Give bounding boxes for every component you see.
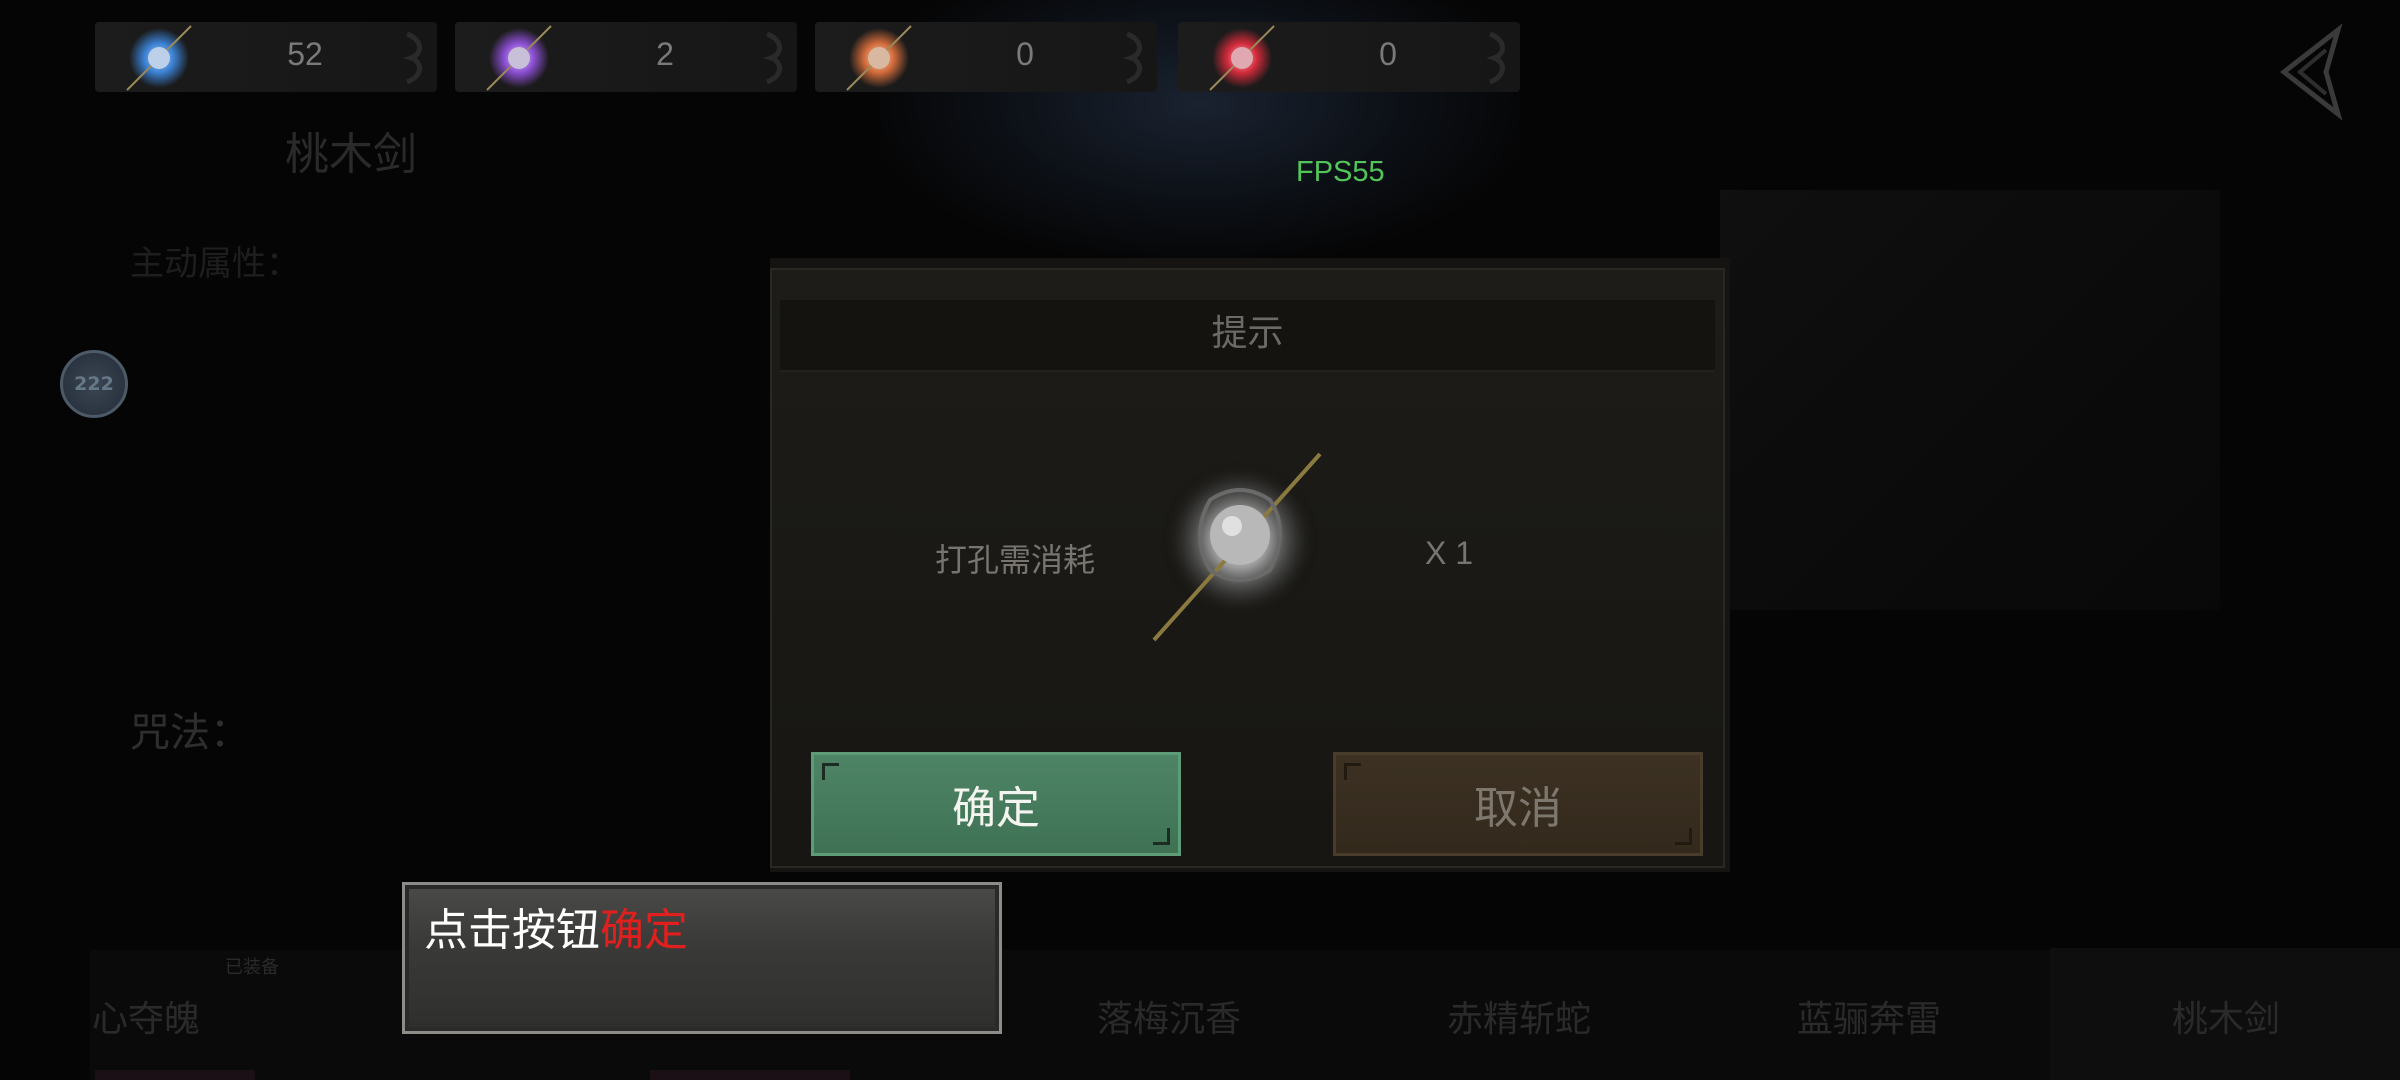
resource-orange-gem[interactable]: 0: [815, 22, 1157, 92]
level-badge[interactable]: 222: [60, 350, 128, 418]
resource-red-gem[interactable]: 0: [1178, 22, 1520, 92]
spell-label: 咒法：: [130, 710, 250, 756]
orange-gem-icon: [846, 25, 912, 91]
dialog-title: 提示: [1211, 313, 1284, 354]
cancel-button-label: 取消: [1474, 783, 1562, 834]
cost-label: 打孔需消耗: [935, 541, 1096, 579]
purple-gem-icon: [486, 25, 552, 91]
skill-tab-2[interactable]: 落梅沉香: [1097, 990, 1241, 1042]
blue-gem-icon: [126, 25, 192, 91]
cost-quantity: X 1: [1425, 535, 1474, 571]
button-corner: [822, 763, 839, 780]
skill-tab-1[interactable]: 心夺魄: [92, 990, 200, 1042]
add-blue-gem-icon[interactable]: [401, 30, 427, 86]
back-arrow-icon[interactable]: [2270, 24, 2350, 120]
add-purple-gem-icon[interactable]: [761, 30, 787, 86]
blue-gem-count: 52: [287, 36, 323, 72]
button-corner: [1344, 763, 1361, 780]
gem-item-icon: [1152, 452, 1322, 642]
add-red-gem-icon[interactable]: [1484, 30, 1510, 86]
button-corner: [1675, 828, 1692, 845]
hint-prefix: 点击按钮: [424, 905, 600, 956]
fps-counter: FPS55: [1296, 156, 1385, 188]
purple-gem-count: 2: [656, 36, 674, 72]
weapon-title: 桃木剑: [285, 129, 417, 180]
add-orange-gem-icon[interactable]: [1121, 30, 1147, 86]
resource-purple-gem[interactable]: 2: [455, 22, 797, 92]
skill-tab-3[interactable]: 赤精斩蛇: [1447, 990, 1591, 1042]
cancel-button[interactable]: 取消: [1333, 752, 1703, 856]
equipped-tag: 已装备: [225, 957, 279, 978]
hint-highlight: 确定: [600, 905, 688, 956]
active-attribute-label: 主动属性：: [130, 244, 300, 284]
confirm-button[interactable]: 确定: [811, 752, 1181, 856]
background-character-art: [1720, 190, 2220, 610]
button-corner: [1153, 828, 1170, 845]
red-gem-count: 0: [1379, 36, 1397, 72]
confirm-button-label: 确定: [952, 783, 1040, 834]
skill-tab-5[interactable]: 桃木剑: [2172, 990, 2280, 1042]
tab-underline: [95, 1070, 255, 1080]
red-gem-icon: [1209, 25, 1275, 91]
tutorial-hint-text: 点击按钮确定: [424, 894, 688, 958]
resource-blue-gem[interactable]: 52: [95, 22, 437, 92]
orange-gem-count: 0: [1016, 36, 1034, 72]
skill-tab-4[interactable]: 蓝骊奔雷: [1797, 990, 1941, 1042]
tab-underline: [650, 1070, 850, 1080]
